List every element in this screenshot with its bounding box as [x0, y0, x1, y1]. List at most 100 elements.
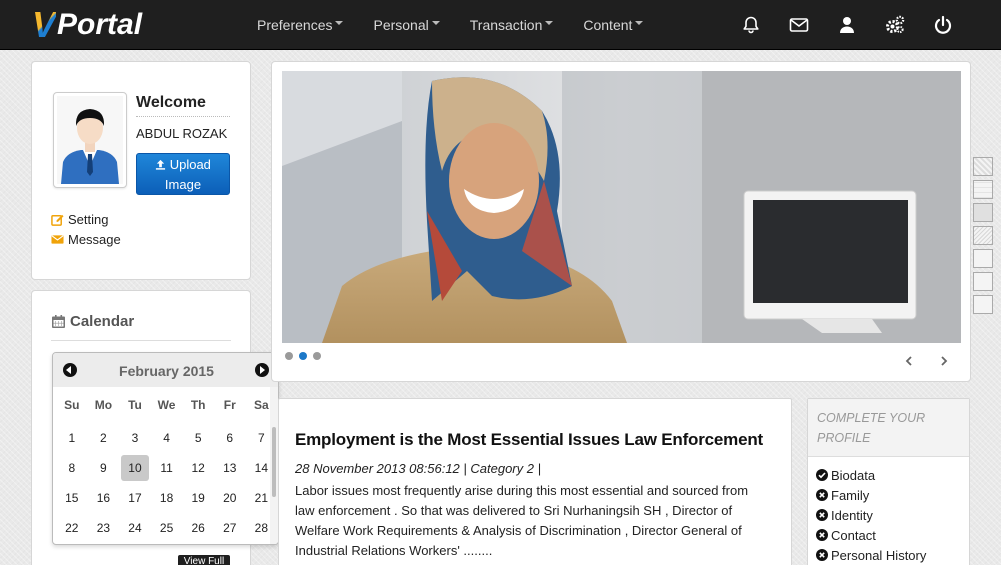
calendar-day[interactable]: 15 — [56, 485, 88, 515]
upload-image-label-row: Upload — [137, 155, 229, 175]
calendar-day[interactable]: 5 — [182, 425, 214, 455]
week-row: 15 16 17 18 19 20 21 — [56, 485, 277, 515]
complete-profile-heading: COMPLETE YOUR PROFILE — [808, 399, 969, 457]
calendar-day[interactable]: 17 — [119, 485, 151, 515]
theme-swatch[interactable] — [973, 272, 993, 291]
news-article: Employment is the Most Essential Issues … — [278, 398, 792, 565]
brand-logo-v: V — [32, 4, 57, 45]
message-label: Message — [68, 232, 121, 247]
calendar-day[interactable]: 25 — [151, 515, 183, 544]
checklist-item-family[interactable]: Family — [816, 485, 926, 505]
menu-personal[interactable]: Personal — [362, 0, 450, 50]
calendar-title: Calendar — [70, 313, 135, 330]
chevron-down-icon — [635, 21, 644, 25]
slider-dot-active[interactable] — [299, 352, 307, 360]
theme-switcher — [973, 157, 993, 318]
calendar-day[interactable]: 2 — [88, 425, 120, 455]
top-navbar: V Portal Preferences Personal Transactio… — [0, 0, 1001, 50]
times-circle-icon — [816, 509, 828, 521]
gears-icon[interactable] — [871, 0, 919, 50]
main-menu: Preferences Personal Transaction Content — [246, 0, 654, 50]
calendar-day[interactable]: 23 — [88, 515, 120, 544]
user-name: ABDUL ROZAK — [136, 126, 228, 141]
slider-dot[interactable] — [313, 352, 321, 360]
edit-icon — [51, 214, 64, 226]
datepicker-scrollbar[interactable] — [270, 387, 278, 544]
welcome-heading: Welcome — [136, 94, 230, 117]
calendar-day[interactable]: 27 — [214, 515, 246, 544]
chevron-down-icon — [335, 21, 344, 25]
datepicker-month: February 2015 — [119, 363, 214, 379]
theme-swatch[interactable] — [973, 157, 993, 176]
calendar-day[interactable]: 18 — [151, 485, 183, 515]
message-link[interactable]: Message — [51, 232, 121, 247]
view-full-button[interactable]: View Full — [178, 555, 230, 565]
calendar-day[interactable]: 26 — [182, 515, 214, 544]
setting-label: Setting — [68, 212, 109, 227]
chevron-down-icon — [545, 21, 554, 25]
menu-content[interactable]: Content — [572, 0, 654, 50]
checklist-item-identity[interactable]: Identity — [816, 505, 926, 525]
checklist-item-personal-history[interactable]: Personal History — [816, 545, 926, 565]
calendar-day[interactable]: 22 — [56, 515, 88, 544]
datepicker: February 2015 Su Mo Tu We Th Fr Sa 1 2 3… — [52, 352, 279, 545]
checklist-item-biodata[interactable]: Biodata — [816, 465, 926, 485]
next-month-button[interactable] — [255, 363, 269, 377]
calendar-day[interactable]: 6 — [214, 425, 246, 455]
weekday-label: Su — [64, 398, 80, 412]
slide-image[interactable] — [282, 71, 961, 343]
upload-image-button[interactable]: Upload Image — [136, 153, 230, 195]
calendar-day[interactable]: 8 — [56, 455, 88, 485]
brand-logo[interactable]: V Portal — [32, 4, 142, 46]
check-circle-icon — [816, 469, 828, 481]
envelope-icon[interactable] — [775, 0, 823, 50]
menu-preferences-label: Preferences — [257, 17, 333, 33]
profile-panel: Welcome ABDUL ROZAK Upload Image Setting… — [31, 61, 251, 280]
theme-swatch[interactable] — [973, 203, 993, 222]
calendar-day[interactable]: 19 — [182, 485, 214, 515]
setting-link[interactable]: Setting — [51, 212, 108, 227]
menu-content-label: Content — [583, 17, 633, 33]
news-title[interactable]: Employment is the Most Essential Issues … — [295, 430, 763, 450]
bell-icon[interactable] — [727, 0, 775, 50]
week-row: 22 23 24 25 26 27 28 — [56, 515, 277, 544]
checklist-item-label: Personal History — [831, 547, 927, 563]
calendar-day[interactable]: 16 — [88, 485, 120, 515]
news-body: Labor issues most frequently arise durin… — [295, 483, 749, 558]
news-meta: 28 November 2013 08:56:12 | Category 2 | — [295, 461, 541, 476]
today-label: 10 — [120, 455, 149, 481]
calendar-day[interactable]: 24 — [119, 515, 151, 544]
calendar-day[interactable]: 1 — [56, 425, 88, 455]
calendar-day[interactable]: 3 — [119, 425, 151, 455]
theme-swatch[interactable] — [973, 295, 993, 314]
times-circle-icon — [816, 549, 828, 561]
theme-swatch[interactable] — [973, 226, 993, 245]
weekday-label: Th — [190, 398, 206, 412]
week-row: 8 9 10 11 12 13 14 — [56, 455, 277, 485]
power-icon[interactable] — [919, 0, 967, 50]
slider-next-button[interactable] — [938, 355, 950, 367]
avatar[interactable] — [53, 92, 127, 188]
menu-transaction[interactable]: Transaction — [459, 0, 565, 50]
menu-preferences[interactable]: Preferences — [246, 0, 354, 50]
checklist-item-contact[interactable]: Contact — [816, 525, 926, 545]
checklist-item-label: Identity — [831, 507, 873, 523]
envelope-icon — [51, 235, 64, 244]
slider-prev-button[interactable] — [903, 355, 915, 367]
calendar-icon — [52, 315, 65, 328]
complete-profile-panel: COMPLETE YOUR PROFILE Biodata Family Ide… — [807, 398, 970, 565]
calendar-day[interactable]: 9 — [88, 455, 120, 485]
user-icon[interactable] — [823, 0, 871, 50]
calendar-day-today[interactable]: 10 — [119, 455, 151, 485]
chevron-down-icon — [431, 21, 440, 25]
profile-checklist: Biodata Family Identity Contact Personal… — [816, 465, 926, 565]
calendar-day[interactable]: 4 — [151, 425, 183, 455]
calendar-day[interactable]: 20 — [214, 485, 246, 515]
calendar-day[interactable]: 11 — [151, 455, 183, 485]
theme-swatch[interactable] — [973, 249, 993, 268]
calendar-day[interactable]: 12 — [182, 455, 214, 485]
calendar-day[interactable]: 13 — [214, 455, 246, 485]
theme-swatch[interactable] — [973, 180, 993, 199]
slider-dot[interactable] — [285, 352, 293, 360]
weekday-row: Su Mo Tu We Th Fr Sa — [56, 395, 277, 425]
